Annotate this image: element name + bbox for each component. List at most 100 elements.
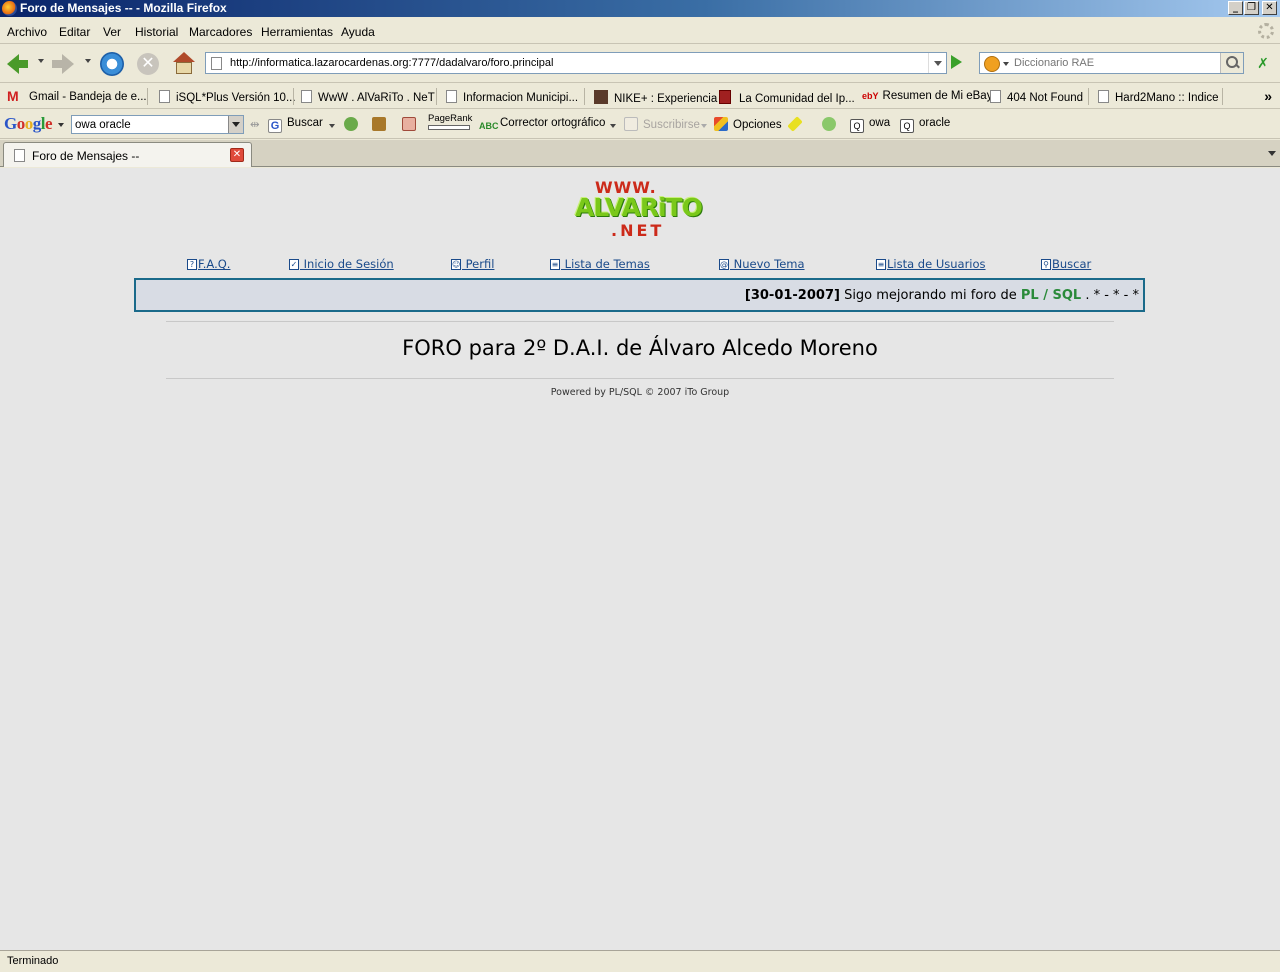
subscribe-button[interactable]: Suscribirse	[624, 117, 700, 131]
bookmark-404[interactable]: 404 Not Found	[990, 90, 1083, 104]
spellcheck-button[interactable]: ABC Corrector ortográfico	[479, 117, 605, 136]
images-button[interactable]	[372, 117, 391, 131]
back-button[interactable]	[7, 53, 31, 75]
url-bar[interactable]	[205, 52, 947, 74]
news-button[interactable]	[344, 117, 363, 131]
nav-search-link[interactable]: ⚲ Buscar	[1041, 257, 1091, 271]
bookmark-gmail[interactable]: M Gmail - Bandeja de e...	[7, 88, 147, 104]
menu-herramientas[interactable]: Herramientas	[261, 25, 333, 39]
close-window-button[interactable]: ✕	[1262, 1, 1277, 15]
divider	[166, 378, 1114, 379]
menu-archivo[interactable]: Archivo	[7, 25, 47, 39]
subscribe-dropdown[interactable]	[701, 124, 707, 128]
extension-icon[interactable]: ✗	[1254, 55, 1272, 71]
highlight-button[interactable]	[787, 116, 804, 132]
autofill-button[interactable]	[402, 117, 421, 131]
menu-ver[interactable]: Ver	[103, 25, 121, 39]
go-button[interactable]	[951, 55, 962, 69]
minimize-button[interactable]: _	[1228, 1, 1243, 15]
url-history-dropdown[interactable]	[928, 53, 946, 73]
home-icon	[173, 52, 195, 62]
search-input[interactable]	[1014, 55, 1214, 71]
new-topic-icon: @	[719, 259, 729, 270]
forward-button[interactable]	[52, 53, 76, 75]
bookmarks-overflow-chevron-icon[interactable]: »	[1264, 88, 1272, 104]
url-input[interactable]	[230, 55, 920, 71]
alvarito-logo[interactable]: WWW. ALVARiTO .NET	[573, 178, 707, 248]
bookmark-informacion[interactable]: Informacion Municipi...	[446, 90, 578, 104]
search-term-oracle[interactable]: Qoracle	[900, 117, 950, 133]
page-icon	[301, 90, 312, 103]
google-search-history-dropdown[interactable]	[228, 116, 243, 133]
google-search-button[interactable]: G Buscar	[268, 117, 323, 133]
page-content: WWW. ALVARiTO .NET ? F.A.Q. ✓ Inicio de S…	[0, 168, 1280, 950]
menu-historial[interactable]: Historial	[135, 25, 178, 39]
google-logo[interactable]: Google	[4, 114, 53, 134]
options-icon	[714, 117, 728, 131]
forum-nav: ? F.A.Q. ✓ Inicio de Sesión ☺ Perfil ≡ Li…	[0, 257, 1280, 275]
spellcheck-icon: ABC	[479, 121, 499, 131]
bookmark-ebay[interactable]: ebY Resumen de Mi eBay	[862, 90, 992, 102]
gmail-icon: M	[7, 88, 19, 104]
reload-button[interactable]	[100, 52, 124, 76]
nike-icon	[594, 90, 608, 104]
nav-profile-link[interactable]: ☺ Perfil	[451, 257, 494, 271]
search-term-owa[interactable]: Qowa	[850, 117, 890, 133]
bookmark-isqlplus[interactable]: iSQL*Plus Versión 10...	[159, 90, 296, 104]
window-title: Foro de Mensajes -- - Mozilla Firefox	[20, 1, 227, 15]
all-tabs-dropdown[interactable]	[1268, 151, 1276, 156]
page-icon	[990, 90, 1001, 103]
menu-ayuda[interactable]: Ayuda	[341, 25, 375, 39]
close-tab-button[interactable]: ✕	[230, 148, 244, 162]
bookmark-hard2mano[interactable]: Hard2Mano :: Indice	[1098, 90, 1219, 104]
nav-new-topic-link[interactable]: @ Nuevo Tema	[719, 257, 805, 271]
tab-title: Foro de Mensajes --	[32, 149, 140, 163]
send-to-button[interactable]	[822, 117, 841, 131]
search-options-dropdown[interactable]	[329, 124, 335, 128]
spellcheck-dropdown[interactable]	[610, 124, 616, 128]
nav-topics-link[interactable]: ≡ Lista de Temas	[550, 257, 650, 271]
menu-bar: Archivo Editar Ver Historial Marcadores …	[0, 19, 1280, 44]
status-text: Terminado	[7, 955, 59, 967]
clover-icon	[344, 117, 358, 131]
autofill-icon	[402, 117, 416, 131]
bookmark-alvarito[interactable]: WwW . AlVaRiTo . NeT	[301, 90, 435, 104]
firefox-icon	[2, 1, 17, 16]
restore-button[interactable]: ❐	[1244, 1, 1259, 15]
bookmark-nike[interactable]: NIKE+ : Experiencia	[594, 90, 717, 105]
nav-users-link[interactable]: ≡ Lista de Usuarios	[876, 257, 986, 271]
search-engine-selector[interactable]	[982, 55, 1010, 73]
ebay-icon: ebY	[862, 91, 879, 101]
bookmark-comunidad[interactable]: La Comunidad del Ip...	[719, 90, 855, 105]
home-button[interactable]	[173, 52, 195, 74]
options-button[interactable]: Opciones	[714, 117, 782, 131]
forward-history-dropdown[interactable]	[85, 59, 91, 63]
nav-faq-link[interactable]: ? F.A.Q.	[187, 257, 230, 271]
search-icon: ⚲	[1041, 259, 1051, 270]
image-icon	[372, 117, 386, 131]
tab-foro-de-mensajes[interactable]: Foro de Mensajes -- ✕	[3, 142, 252, 167]
search-button[interactable]	[1220, 53, 1243, 73]
google-menu-dropdown[interactable]	[58, 123, 64, 127]
google-search-box[interactable]	[71, 115, 244, 134]
throbber-icon	[1258, 23, 1274, 39]
page-title: FORO para 2º D.A.I. de Álvaro Alcedo Mor…	[402, 336, 878, 360]
search-bar[interactable]	[979, 52, 1244, 74]
stop-button[interactable]: ✕	[137, 53, 159, 75]
google-g-icon: G	[268, 119, 282, 133]
menu-marcadores[interactable]: Marcadores	[189, 25, 252, 39]
news-marquee: [30-01-2007] Sigo mejorando mi foro de P…	[134, 278, 1145, 312]
help-icon: ?	[187, 259, 197, 270]
list-icon: ≡	[876, 259, 886, 270]
toolbar-grip-icon: ⇹	[250, 119, 260, 131]
footer-powered-by: Powered by PL/SQL © 2007 iTo Group	[550, 387, 730, 398]
page-icon	[446, 90, 457, 103]
page-icon	[14, 149, 25, 162]
nav-login-link[interactable]: ✓ Inicio de Sesión	[289, 257, 394, 271]
menu-editar[interactable]: Editar	[59, 25, 90, 39]
google-search-input[interactable]	[75, 117, 225, 132]
back-history-dropdown[interactable]	[38, 59, 44, 63]
page-icon	[211, 57, 222, 70]
forward-arrow-icon	[62, 54, 74, 74]
page-icon	[1098, 90, 1109, 103]
